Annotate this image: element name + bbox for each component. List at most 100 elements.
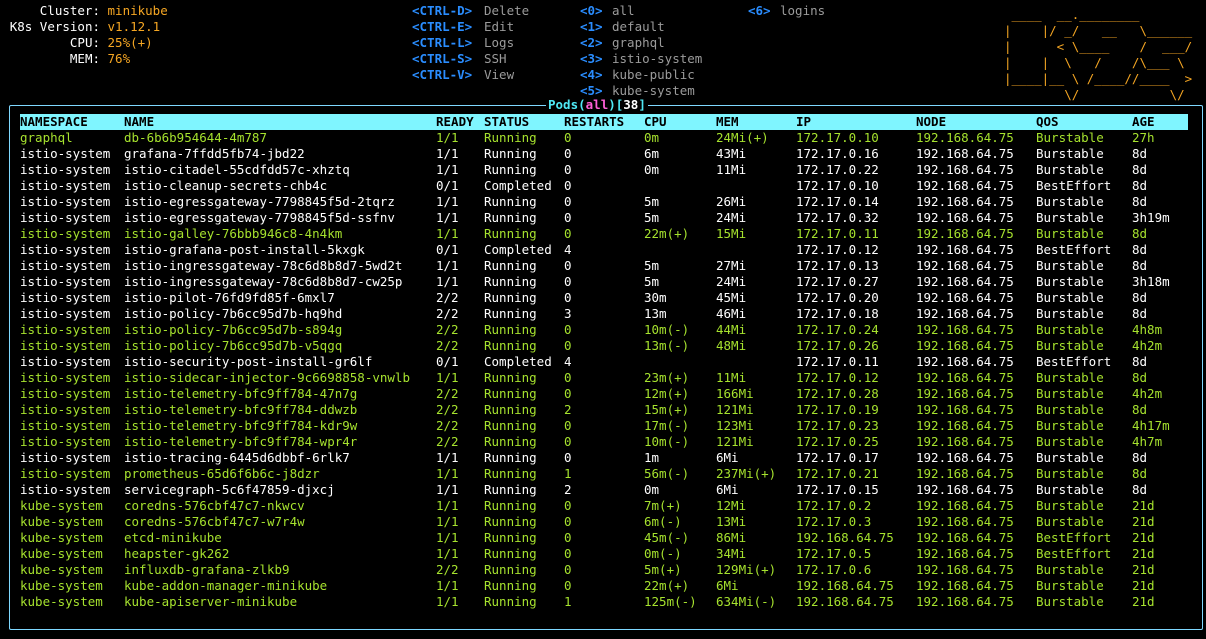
table-cell: Running [484, 594, 537, 609]
table-cell: Completed [484, 242, 552, 257]
table-row[interactable]: istio-system istio-telemetry-bfc9ff784-dd… [20, 402, 1188, 418]
table-row[interactable]: istio-system istio-telemetry-bfc9ff784-wp… [20, 434, 1188, 450]
table-row[interactable]: kube-system kube-addon-manager-minikube 1/… [20, 578, 1188, 594]
column-header[interactable]: IP [796, 114, 811, 130]
table-cell: 8d [1132, 466, 1148, 481]
table-row[interactable]: kube-system heapster-gk262 1/1 Running 0 0m(-… [20, 546, 1188, 562]
table-cell: 192.168.64.75 [916, 322, 1014, 337]
table-row[interactable]: kube-system coredns-576cbf47c7-nkwcv 1/1 Ru… [20, 498, 1188, 514]
table-cell: Burstable [1036, 162, 1104, 177]
table-row[interactable]: istio-system istio-tracing-6445d6dbbf-6rl… [20, 450, 1188, 466]
table-cell: db-6b6b954644-4m787 [124, 130, 267, 145]
table-cell: istio-system [20, 226, 111, 241]
namespace-item[interactable]: <1> default [580, 19, 702, 35]
table-row[interactable]: istio-system istio-pilot-76fd9fd85f-6mxl7… [20, 290, 1188, 306]
table-row[interactable]: istio-system istio-sidecar-injector-9c669… [20, 370, 1188, 386]
table-row[interactable]: istio-system grafana-7ffdd5fb74-jbd22 1/1 R… [20, 146, 1188, 162]
table-cell: 172.17.0.3 [796, 514, 872, 529]
namespace-item[interactable]: <6> logins [748, 3, 825, 19]
table-cell: Burstable [1036, 338, 1104, 353]
table-cell: 17m(-) [644, 418, 690, 433]
table-cell: 46Mi [716, 306, 747, 321]
table-cell: 172.17.0.26 [796, 338, 879, 353]
cluster-info-value: minikube [107, 3, 168, 18]
table-row[interactable]: istio-system istio-telemetry-bfc9ff784-kd… [20, 418, 1188, 434]
table-cell: Burstable [1036, 498, 1104, 513]
table-row[interactable]: istio-system istio-policy-7b6cc95d7b-v5qg… [20, 338, 1188, 354]
table-row[interactable]: istio-system istio-policy-7b6cc95d7b-hq9h… [20, 306, 1188, 322]
table-cell: istio-grafana-post-install-5kxgk [124, 242, 365, 257]
table-cell: 172.17.0.17 [796, 450, 879, 465]
shortcut-item[interactable]: <CTRL-S> SSH [412, 51, 529, 67]
table-cell: 8d [1132, 402, 1148, 417]
table-row[interactable]: kube-system etcd-minikube 1/1 Running 0 45m(-… [20, 530, 1188, 546]
table-cell: Running [484, 418, 537, 433]
table-cell: 0 [564, 322, 572, 337]
column-header[interactable]: QOS [1036, 114, 1059, 130]
table-row[interactable]: istio-system istio-egressgateway-7798845f… [20, 194, 1188, 210]
table-cell: 8d [1132, 290, 1148, 305]
table-row[interactable]: istio-system istio-ingressgateway-78c6d8b… [20, 274, 1188, 290]
table-row[interactable]: kube-system coredns-576cbf47c7-w7r4w 1/1 Ru… [20, 514, 1188, 530]
table-cell: 172.17.0.20 [796, 290, 879, 305]
column-header[interactable]: STATUS [484, 114, 529, 130]
table-row[interactable]: graphql db-6b6b954644-4m787 1/1 Running 0 0m 2… [20, 130, 1188, 146]
table-row[interactable]: istio-system istio-ingressgateway-78c6d8b… [20, 258, 1188, 274]
table-cell: 192.168.64.75 [916, 290, 1014, 305]
table-cell: Burstable [1036, 370, 1104, 385]
table-cell: Burstable [1036, 578, 1104, 593]
column-header[interactable]: RESTARTS [564, 114, 624, 130]
table-row[interactable]: istio-system istio-cleanup-secrets-chb4c 0… [20, 178, 1188, 194]
table-row[interactable]: istio-system istio-citadel-55cdfdd57c-xhz… [20, 162, 1188, 178]
namespace-item[interactable]: <2> graphql [580, 35, 702, 51]
table-cell: 192.168.64.75 [916, 146, 1014, 161]
table-row[interactable]: istio-system istio-egressgateway-7798845f… [20, 210, 1188, 226]
table-cell: 192.168.64.75 [916, 210, 1014, 225]
table-row[interactable]: istio-system istio-telemetry-bfc9ff784-47… [20, 386, 1188, 402]
table-cell: istio-system [20, 386, 111, 401]
table-cell: Burstable [1036, 322, 1104, 337]
table-row[interactable]: istio-system prometheus-65d6f6b6c-j8dzr 1/… [20, 466, 1188, 482]
table-cell: Running [484, 338, 537, 353]
table-cell: 192.168.64.75 [916, 370, 1014, 385]
column-header[interactable]: AGE [1132, 114, 1155, 130]
table-cell: 192.168.64.75 [916, 418, 1014, 433]
shortcut-item[interactable]: <CTRL-V> View [412, 67, 529, 83]
column-header[interactable]: CPU [644, 114, 667, 130]
table-cell: 12m(+) [644, 386, 690, 401]
table-cell: 1/1 [436, 450, 459, 465]
table-cell: grafana-7ffdd5fb74-jbd22 [124, 146, 305, 161]
table-row[interactable]: kube-system kube-apiserver-minikube 1/1 Run… [20, 594, 1188, 610]
table-cell: istio-policy-7b6cc95d7b-v5qgq [124, 338, 343, 353]
cluster-info-line: MEM: 76% [4, 51, 168, 67]
shortcut-item[interactable]: <CTRL-L> Logs [412, 35, 529, 51]
namespace-item[interactable]: <3> istio-system [580, 51, 702, 67]
namespace-item[interactable]: <4> kube-public [580, 67, 702, 83]
table-cell: 0 [564, 514, 572, 529]
shortcut-item[interactable]: <CTRL-E> Edit [412, 19, 529, 35]
column-header[interactable]: NAMESPACE [20, 114, 88, 130]
column-header[interactable]: NAME [124, 114, 154, 130]
table-cell: 8d [1132, 178, 1148, 193]
panel-pod-count: 38 [623, 97, 639, 112]
table-cell: Running [484, 450, 537, 465]
namespace-item[interactable]: <0> all [580, 3, 702, 19]
table-cell: 24Mi [716, 274, 747, 289]
column-header[interactable]: READY [436, 114, 474, 130]
table-cell: 192.168.64.75 [916, 578, 1014, 593]
table-row[interactable]: istio-system istio-grafana-post-install-5… [20, 242, 1188, 258]
column-header[interactable]: NODE [916, 114, 946, 130]
table-cell: 6m [644, 146, 660, 161]
column-header[interactable]: MEM [716, 114, 739, 130]
table-cell: 1/1 [436, 498, 459, 513]
table-cell: 172.17.0.27 [796, 274, 879, 289]
shortcut-item[interactable]: <CTRL-D> Delete [412, 3, 529, 19]
table-row[interactable]: istio-system servicegraph-5c6f47859-djxcj… [20, 482, 1188, 498]
table-row[interactable]: kube-system influxdb-grafana-zlkb9 2/2 Runn… [20, 562, 1188, 578]
table-cell: istio-system [20, 242, 111, 257]
table-cell: 172.17.0.22 [796, 162, 879, 177]
table-row[interactable]: istio-system istio-galley-76bbb946c8-4n4k… [20, 226, 1188, 242]
table-row[interactable]: istio-system istio-security-post-install-… [20, 354, 1188, 370]
table-row[interactable]: istio-system istio-policy-7b6cc95d7b-s894… [20, 322, 1188, 338]
table-cell: 2/2 [436, 402, 459, 417]
